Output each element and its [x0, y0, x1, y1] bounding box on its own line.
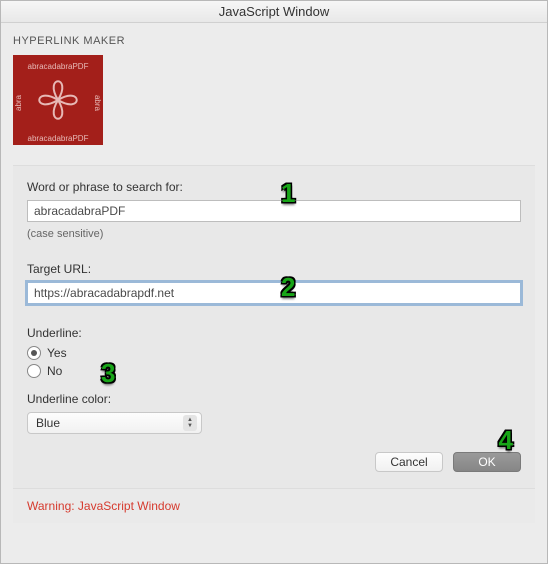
radio-yes-icon — [27, 346, 41, 360]
radio-no-icon — [27, 364, 41, 378]
underline-color-label: Underline color: — [27, 392, 521, 406]
svg-text:abracadabraPDF: abracadabraPDF — [28, 134, 89, 143]
svg-text:abra: abra — [14, 94, 23, 111]
ok-button[interactable]: OK — [453, 452, 521, 472]
header-block: HYPERLINK MAKER abracadabraPDF abracadab… — [13, 35, 535, 145]
underline-label: Underline: — [27, 326, 521, 340]
titlebar: JavaScript Window — [1, 1, 547, 23]
button-row: Cancel OK — [27, 452, 521, 472]
cancel-button[interactable]: Cancel — [375, 452, 443, 472]
svg-text:abracadabraPDF: abracadabraPDF — [28, 62, 89, 71]
underline-color-select[interactable]: Blue ▲▼ — [27, 412, 202, 434]
underline-color-value: Blue — [36, 416, 60, 430]
window-title: JavaScript Window — [219, 4, 330, 19]
search-input[interactable] — [27, 200, 521, 222]
search-label: Word or phrase to search for: — [27, 180, 521, 194]
radio-no-label: No — [47, 364, 62, 378]
dialog-window: JavaScript Window HYPERLINK MAKER abraca… — [0, 0, 548, 564]
radio-yes-label: Yes — [47, 346, 67, 360]
target-label: Target URL: — [27, 262, 521, 276]
logo-icon: abracadabraPDF abracadabraPDF abra abra — [13, 55, 103, 145]
footer-warning: Warning: JavaScript Window — [13, 488, 535, 523]
chevron-updown-icon: ▲▼ — [183, 415, 197, 431]
form-panel: Word or phrase to search for: (case sens… — [13, 165, 535, 488]
target-input[interactable] — [27, 282, 521, 304]
radio-yes[interactable]: Yes — [27, 346, 521, 360]
content: HYPERLINK MAKER abracadabraPDF abracadab… — [1, 23, 547, 563]
app-name: HYPERLINK MAKER — [13, 35, 535, 47]
radio-no[interactable]: No — [27, 364, 521, 378]
svg-text:abra: abra — [93, 95, 102, 112]
search-hint: (case sensitive) — [27, 228, 521, 240]
